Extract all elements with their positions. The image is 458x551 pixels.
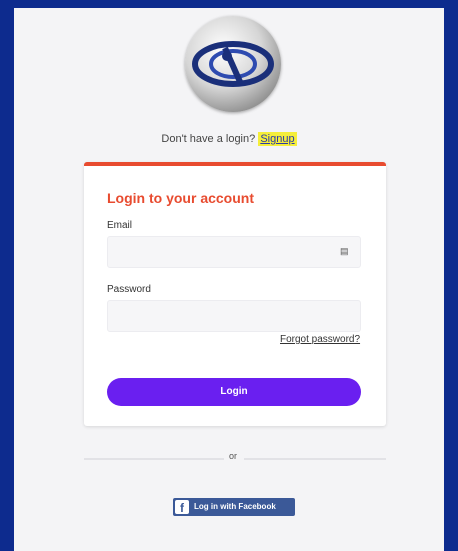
company-logo <box>185 16 281 112</box>
facebook-login-label: Log in with Facebook <box>194 502 276 511</box>
login-card: Login to your account Email ▤ Password F… <box>84 162 386 426</box>
signup-prompt: Don't have a login? Signup <box>0 132 458 146</box>
facebook-login-button[interactable]: f Log in with Facebook <box>173 498 295 516</box>
login-title: Login to your account <box>107 190 254 206</box>
password-label: Password <box>107 284 151 295</box>
divider-left <box>84 458 224 460</box>
signup-link[interactable]: Signup <box>258 132 297 146</box>
email-field[interactable] <box>107 236 361 268</box>
divider-or-text: or <box>229 451 238 461</box>
facebook-icon: f <box>175 500 189 515</box>
password-field[interactable] <box>107 300 361 332</box>
forgot-password-link[interactable]: Forgot password? <box>280 334 360 345</box>
email-label: Email <box>107 220 133 231</box>
divider-right <box>244 458 386 460</box>
signup-prompt-text: Don't have a login? <box>161 133 256 145</box>
contact-card-icon: ▤ <box>340 246 349 256</box>
logo-emblem-icon <box>192 41 274 87</box>
login-button[interactable]: Login <box>107 378 361 406</box>
